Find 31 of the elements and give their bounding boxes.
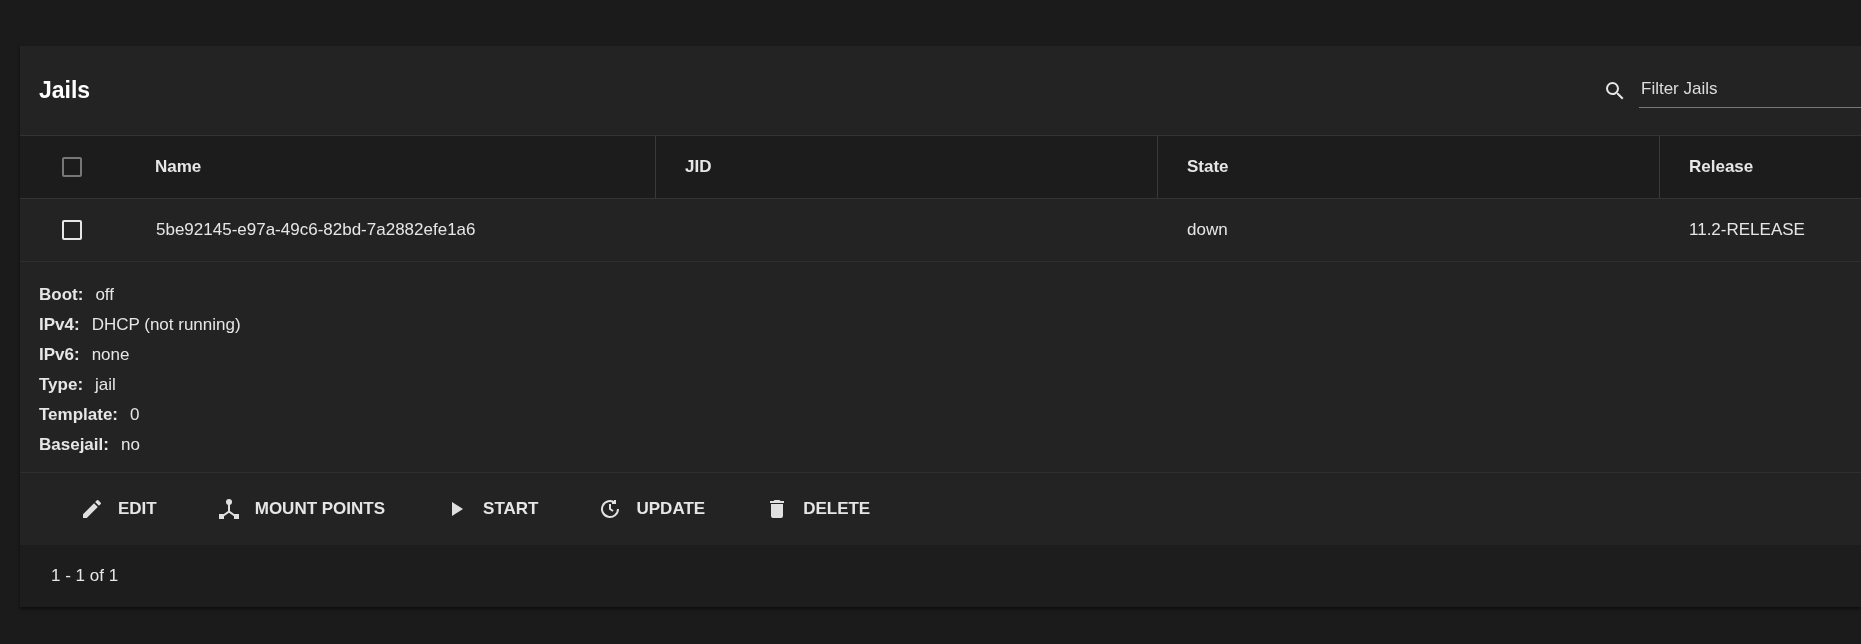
table-cell: 11.2-RELEASE <box>1689 220 1805 240</box>
action-button[interactable]: DELETE <box>729 489 887 529</box>
pencil-icon <box>80 497 104 521</box>
action-button[interactable]: EDIT <box>44 489 173 529</box>
detail-value: none <box>91 345 130 365</box>
detail-label: Type: <box>39 375 84 395</box>
column-header[interactable]: Name <box>155 157 202 177</box>
detail-label: IPv4: <box>39 315 80 335</box>
row-checkbox[interactable] <box>62 220 82 240</box>
detail-label: Boot: <box>39 285 84 305</box>
detail-label: IPv6: <box>39 345 80 365</box>
action-button[interactable]: START <box>409 489 555 529</box>
action-button[interactable]: UPDATE <box>562 489 722 529</box>
branch-icon <box>216 497 241 521</box>
detail-label: Basejail: <box>39 435 109 455</box>
column-header[interactable]: State <box>1187 157 1229 177</box>
select-all-checkbox[interactable] <box>62 157 82 177</box>
detail-label: Template: <box>39 405 119 425</box>
column-header[interactable]: Release <box>1689 157 1754 177</box>
detail-value: jail <box>95 375 116 395</box>
detail-value: DHCP (not running) <box>91 315 241 335</box>
detail-value: 0 <box>130 405 140 425</box>
paginator-range: 1 - 1 of 1 <box>51 566 119 586</box>
detail-value: off <box>95 285 114 305</box>
action-button[interactable]: MOUNT POINTS <box>180 489 402 529</box>
card-title: Jails <box>39 77 91 104</box>
filter-field[interactable]: Filter Jails <box>1639 73 1861 108</box>
column-header[interactable]: JID <box>685 157 712 177</box>
detail-value: no <box>120 435 140 455</box>
table-cell: down <box>1187 220 1228 240</box>
table-cell: 5be92145-e97a-49c6-82bd-7a2882efe1a6 <box>156 220 476 240</box>
